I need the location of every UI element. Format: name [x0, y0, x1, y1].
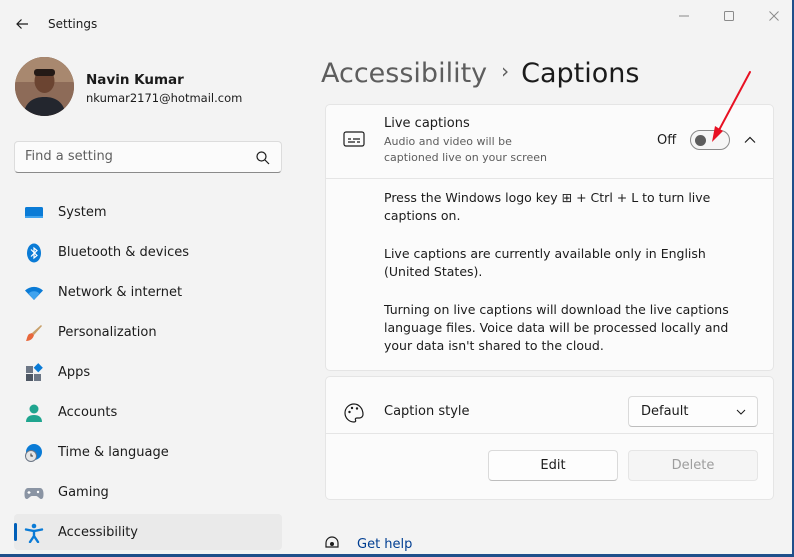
caption-style-row: Caption style Default — [326, 377, 773, 434]
close-button[interactable] — [754, 4, 794, 28]
maximize-button[interactable] — [709, 4, 749, 28]
sidebar-nav: System Bluetooth & devices Network & int… — [14, 194, 282, 554]
sidebar-item-label: Network & internet — [58, 285, 183, 300]
toggle-knob — [695, 135, 706, 146]
edit-button[interactable]: Edit — [488, 450, 618, 481]
app-title: Settings — [48, 17, 98, 31]
search-box[interactable] — [14, 141, 282, 173]
sidebar-item-label: Apps — [58, 365, 91, 380]
apps-icon — [24, 363, 44, 383]
sidebar-item-bluetooth[interactable]: Bluetooth & devices — [14, 234, 282, 270]
user-email: nkumar2171@hotmail.com — [86, 91, 243, 105]
user-name: Navin Kumar — [86, 72, 184, 88]
settings-window: Settings Navin Kumar nkumar2171@hotmail.… — [0, 0, 794, 557]
sidebar-item-label: Accessibility — [58, 525, 138, 540]
wifi-icon — [24, 283, 44, 303]
get-help-label: Get help — [357, 537, 413, 552]
caption-style-title: Caption style — [384, 404, 470, 419]
chevron-down-icon — [736, 409, 746, 415]
caption-style-dropdown[interactable]: Default — [628, 396, 758, 427]
info-language: Live captions are currently available on… — [384, 246, 706, 279]
chevron-up-icon[interactable] — [742, 132, 758, 148]
sidebar-item-label: Time & language — [58, 445, 169, 460]
sidebar-item-accessibility[interactable]: Accessibility — [14, 514, 282, 550]
sidebar-item-label: Gaming — [58, 485, 109, 500]
active-indicator — [14, 523, 17, 541]
breadcrumb-parent[interactable]: Accessibility — [321, 58, 487, 89]
gamepad-icon — [24, 483, 44, 503]
chevron-right-icon: › — [501, 59, 510, 83]
sidebar-item-network[interactable]: Network & internet — [14, 274, 282, 310]
sidebar-item-apps[interactable]: Apps — [14, 354, 282, 390]
search-icon[interactable] — [255, 150, 271, 166]
palette-icon — [344, 403, 364, 423]
info-shortcut: Press the Windows logo key ⊞ + Ctrl + L … — [384, 190, 711, 223]
avatar[interactable] — [15, 57, 74, 116]
sidebar-item-label: Personalization — [58, 325, 157, 340]
info-privacy: Turning on live captions will download t… — [384, 302, 729, 353]
minimize-icon — [679, 15, 689, 17]
sidebar-item-accounts[interactable]: Accounts — [14, 394, 282, 430]
maximize-icon — [724, 11, 734, 21]
page-title: Captions — [521, 58, 640, 89]
person-icon — [24, 403, 44, 423]
captions-icon — [343, 131, 365, 147]
live-captions-toggle[interactable] — [690, 130, 730, 150]
sidebar-item-label: System — [58, 205, 107, 220]
bluetooth-icon — [24, 243, 44, 263]
close-icon — [769, 11, 779, 21]
sidebar-item-gaming[interactable]: Gaming — [14, 474, 282, 510]
title-bar: Settings — [0, 0, 794, 48]
minimize-button[interactable] — [664, 4, 704, 28]
sidebar-item-personalization[interactable]: Personalization — [14, 314, 282, 350]
toggle-state-label: Off — [657, 133, 677, 148]
caption-style-selected: Default — [641, 404, 689, 419]
sidebar-item-label: Bluetooth & devices — [58, 245, 189, 260]
globe-clock-icon — [24, 443, 44, 463]
accessibility-icon — [24, 523, 44, 543]
live-captions-card: Live captions Audio and video will be ca… — [325, 104, 774, 371]
brush-icon — [24, 323, 44, 343]
sidebar-item-label: Accounts — [58, 405, 118, 420]
live-captions-header[interactable]: Live captions Audio and video will be ca… — [326, 105, 773, 179]
sidebar-item-system[interactable]: System — [14, 194, 282, 230]
sidebar-item-time-language[interactable]: Time & language — [14, 434, 282, 470]
back-arrow-icon — [16, 19, 28, 29]
breadcrumb: Accessibility › Captions — [321, 58, 639, 89]
delete-button[interactable]: Delete — [628, 450, 758, 481]
live-captions-description: Audio and video will be captioned live o… — [384, 135, 547, 164]
live-captions-title: Live captions — [384, 116, 470, 131]
back-button[interactable] — [10, 12, 34, 36]
user-photo-icon — [15, 57, 74, 116]
help-icon — [325, 536, 339, 548]
caption-style-card: Caption style Default Edit Delete — [325, 376, 774, 500]
live-captions-info: Press the Windows logo key ⊞ + Ctrl + L … — [384, 189, 754, 375]
search-input[interactable] — [25, 149, 245, 164]
system-icon — [24, 203, 44, 223]
